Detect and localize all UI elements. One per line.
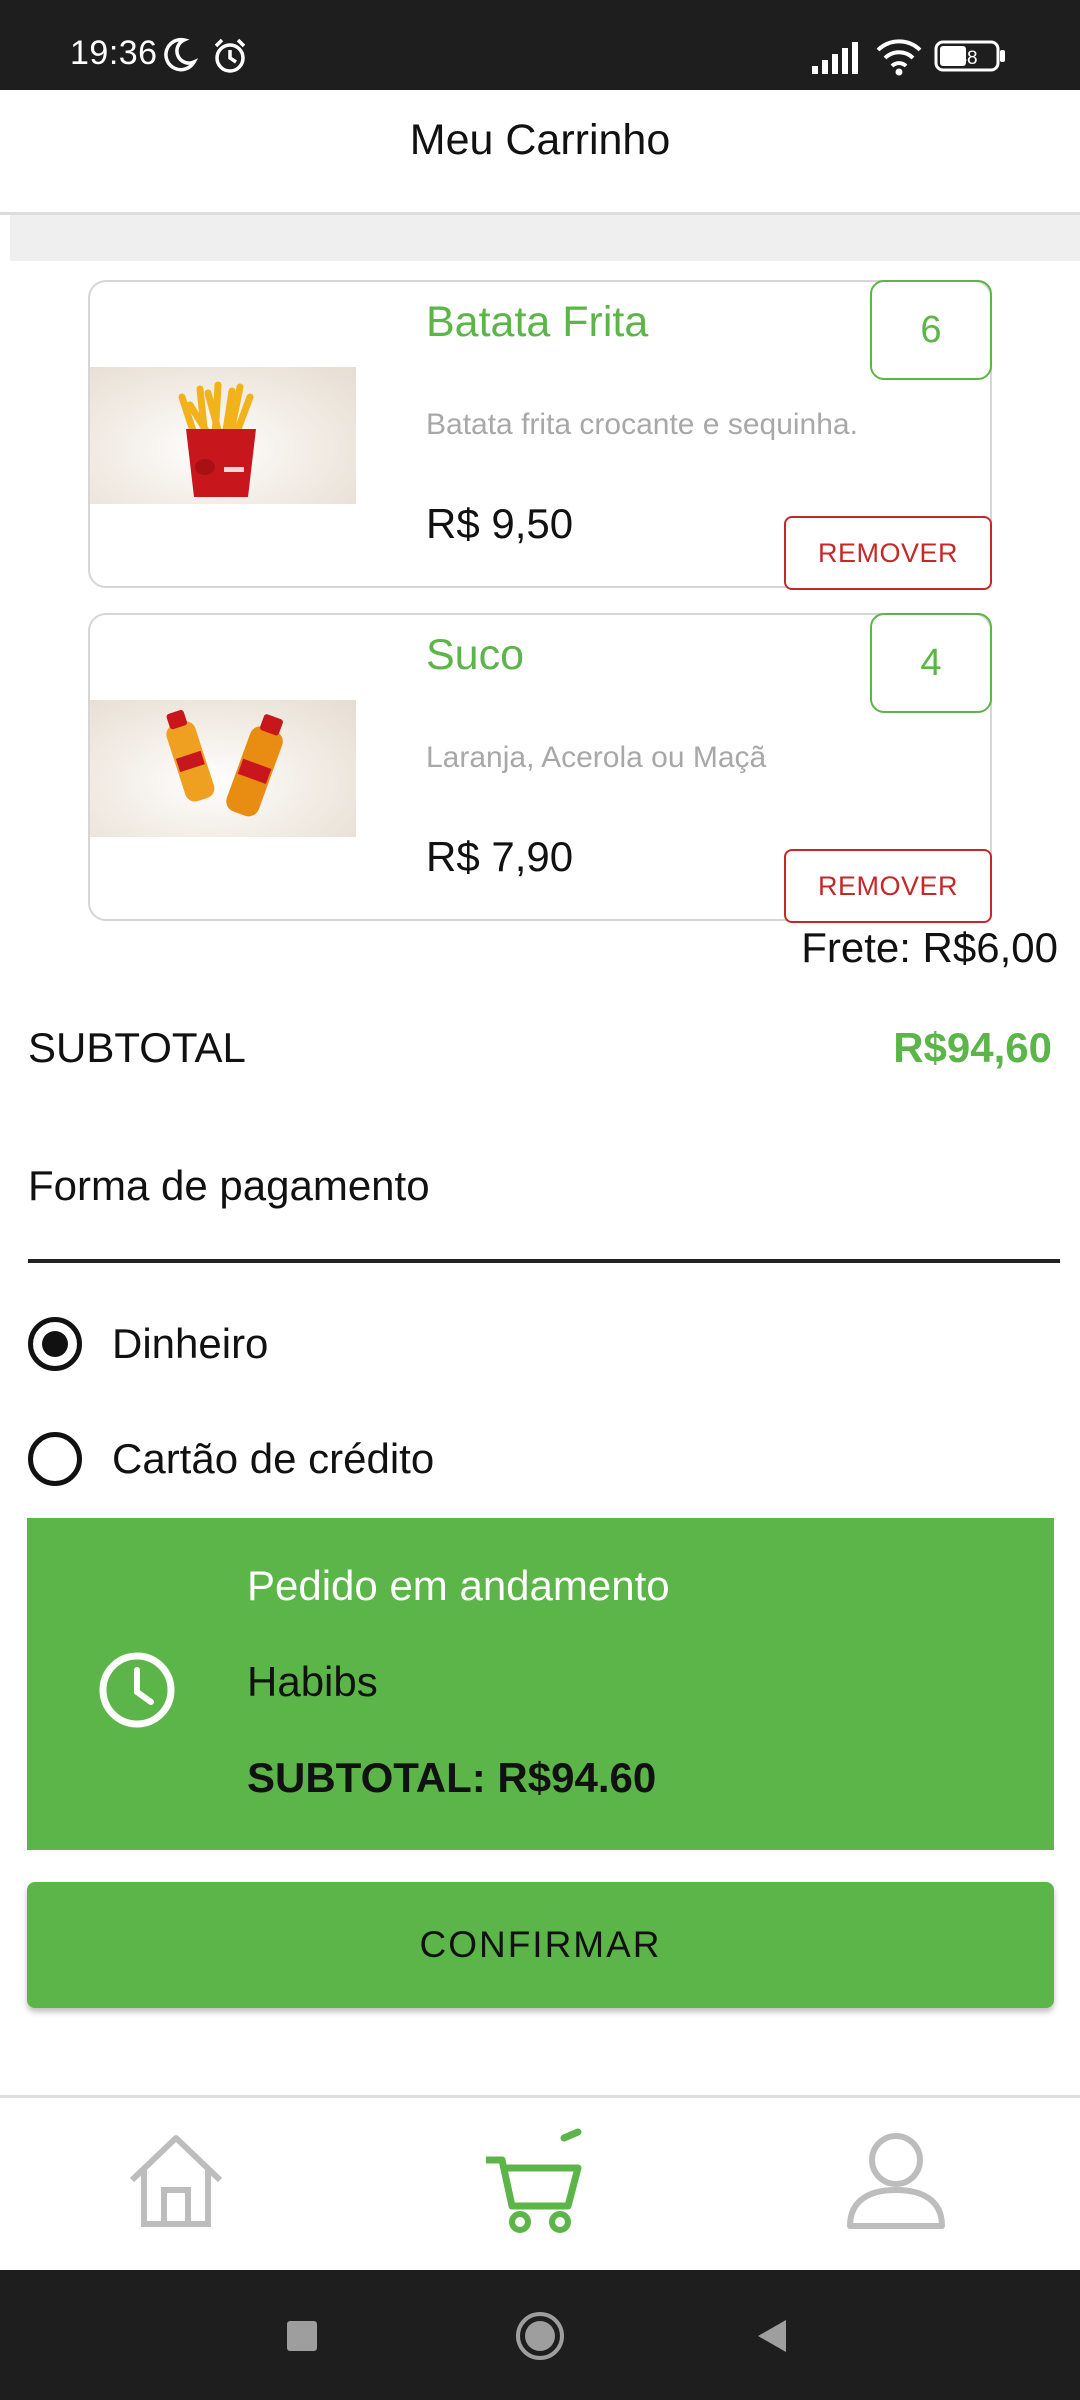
item-name: Batata Frita <box>426 298 649 346</box>
profile-icon[interactable] <box>844 2128 948 2237</box>
subtotal-value: R$94,60 <box>893 1024 1052 1071</box>
cart-icon[interactable] <box>480 2128 590 2243</box>
item-price: R$ 9,50 <box>426 500 574 547</box>
shipping-fee: Frete: R$6,00 <box>801 924 1058 971</box>
order-store-name: Habibs <box>247 1658 378 1705</box>
fries-image <box>90 367 356 504</box>
alarm-icon <box>210 36 250 81</box>
payment-divider <box>28 1259 1060 1263</box>
battery-icon: 48 <box>934 40 1006 77</box>
payment-option-cash[interactable]: Dinheiro <box>28 1314 268 1374</box>
bottom-navigation <box>0 2095 1080 2273</box>
status-time: 19:36 <box>70 34 158 72</box>
order-status-title: Pedido em andamento <box>247 1562 670 1609</box>
home-button[interactable] <box>514 2310 566 2367</box>
item-price: R$ 7,90 <box>426 833 574 880</box>
page-title: Meu Carrinho <box>409 116 671 164</box>
payment-option-credit-card[interactable]: Cartão de crédito <box>28 1429 434 1489</box>
radio-button[interactable] <box>28 1432 82 1486</box>
home-icon[interactable] <box>124 2128 228 2237</box>
order-subtotal: SUBTOTAL: R$94.60 <box>247 1754 657 1801</box>
confirm-button[interactable]: CONFIRMAR <box>27 1882 1054 2008</box>
juice-bottles-image <box>90 700 356 837</box>
order-status-banner: Pedido em andamento Habibs SUBTOTAL: R$9… <box>27 1518 1054 1850</box>
system-navigation-bar <box>0 2270 1080 2400</box>
item-description: Laranja, Acerola ou Maçã <box>426 741 767 774</box>
item-name: Suco <box>426 631 525 679</box>
item-description: Batata frita crocante e sequinha. <box>426 408 858 441</box>
cart-item-card: Batata Frita Batata frita crocante e seq… <box>88 280 992 590</box>
wifi-icon <box>876 38 922 81</box>
remove-button[interactable]: REMOVER <box>784 849 992 923</box>
moon-icon <box>160 36 199 79</box>
payment-option-label: Cartão de crédito <box>112 1435 435 1482</box>
battery-level: 48 <box>956 48 977 69</box>
signal-icon <box>812 42 862 79</box>
recents-button[interactable] <box>284 2318 320 2359</box>
clock-icon <box>97 1650 177 1735</box>
app-bar: Meu Carrinho <box>0 90 1080 215</box>
cart-item-card: Suco Laranja, Acerola ou Maçã R$ 7,90 4 … <box>88 613 992 923</box>
status-bar: 19:36 48 <box>0 0 1080 90</box>
divider-band <box>10 215 1080 261</box>
payment-option-label: Dinheiro <box>112 1320 269 1367</box>
radio-button-selected[interactable] <box>28 1317 82 1371</box>
payment-method-title: Forma de pagamento <box>28 1162 430 1209</box>
back-button[interactable] <box>754 2316 790 2361</box>
remove-button[interactable]: REMOVER <box>784 516 992 590</box>
quantity-field[interactable]: 6 <box>870 280 992 380</box>
subtotal-label: SUBTOTAL <box>28 1024 246 1071</box>
quantity-field[interactable]: 4 <box>870 613 992 713</box>
